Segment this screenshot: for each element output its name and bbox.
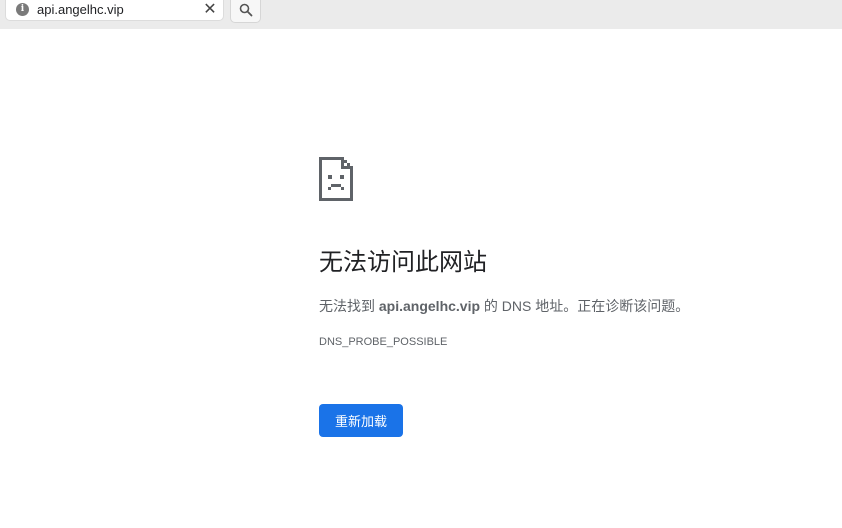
search-icon (239, 3, 253, 17)
description-suffix: 的 DNS 地址。正在诊断该问题。 (480, 298, 690, 314)
sad-document-icon (319, 157, 353, 206)
close-icon[interactable]: ✕ (203, 2, 217, 18)
tab-title: api.angelhc.vip (37, 2, 124, 17)
search-button[interactable] (230, 0, 261, 23)
description-prefix: 无法找到 (319, 298, 379, 314)
description-host: api.angelhc.vip (378, 298, 481, 314)
info-icon[interactable]: i (16, 3, 29, 16)
browser-tab-strip: i api.angelhc.vip ✕ (0, 0, 842, 29)
reload-button[interactable]: 重新加载 (319, 404, 403, 437)
browser-tab[interactable]: i api.angelhc.vip ✕ (5, 0, 224, 21)
error-title: 无法访问此网站 (319, 249, 487, 276)
error-code: DNS_PROBE_POSSIBLE (319, 336, 448, 348)
error-description: 无法找到 api.angelhc.vip 的 DNS 地址。正在诊断该问题。 (319, 296, 689, 316)
